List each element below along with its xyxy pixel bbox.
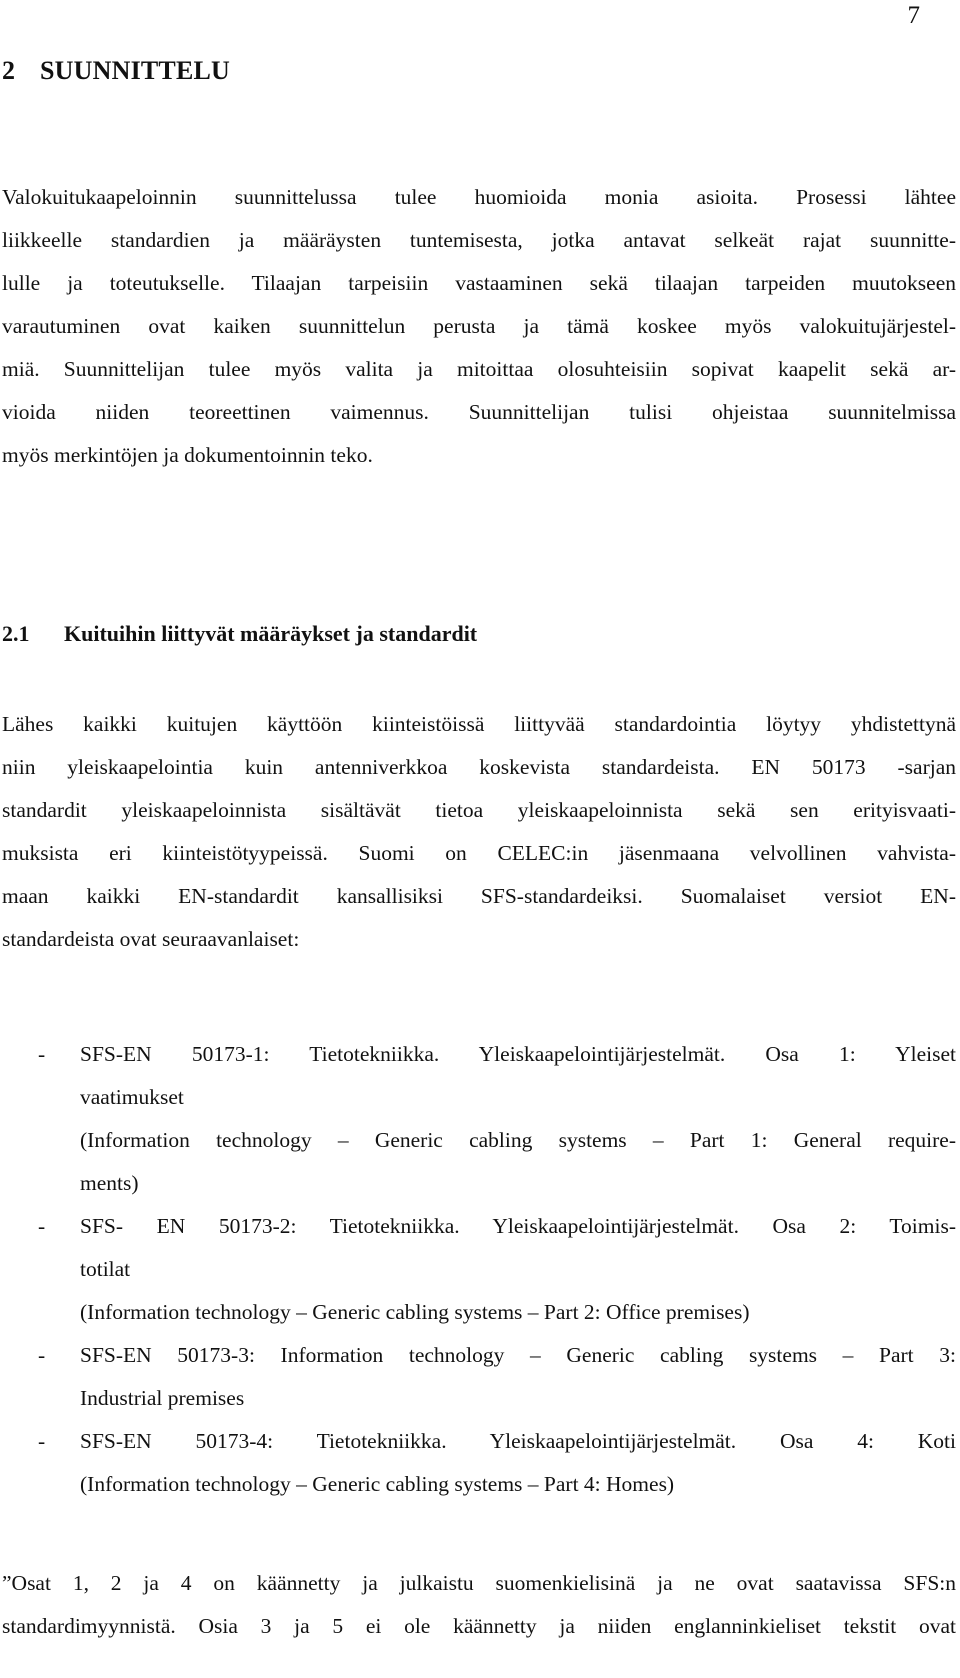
list-item-line: (Information technology – Generic cablin… [80, 1472, 675, 1496]
section-title: Kuituihin liittyvät määräykset ja standa… [64, 621, 478, 646]
list-item-line: Industrial premises [80, 1386, 245, 1410]
page-number: 7 [907, 2, 921, 29]
section-heading: 2.1 Kuituihin liittyvät määräykset ja sta… [2, 621, 477, 647]
bullet-dash: - [38, 1214, 46, 1238]
bullet-dash: - [38, 1429, 46, 1453]
paragraph-line: niin yleiskaapelointia kuin antenniverkk… [2, 755, 956, 779]
list-item-line: (Information technology – Generic cablin… [80, 1128, 956, 1152]
paragraph-line: standardeista ovat seuraavanlaiset: [2, 927, 300, 951]
paragraph-line: liikkeelle standardien ja määräysten tun… [2, 228, 956, 252]
chapter-heading: 2 SUUNNITTELU [2, 56, 230, 86]
list-item-line: totilat [80, 1257, 131, 1281]
paragraph-line: varautuminen ovat kaiken suunnittelun pe… [2, 314, 956, 338]
paragraph-line: muksista eri kiinteistötyypeissä. Suomi … [2, 841, 956, 865]
paragraph-line: vioida niiden teoreettinen vaimennus. Su… [2, 400, 956, 424]
list-item-line: ments) [80, 1171, 139, 1195]
paragraph-line: standardimyynnistä. Osia 3 ja 5 ei ole k… [2, 1614, 956, 1638]
list-item-line: SFS-EN 50173-1: Tietotekniikka. Yleiskaa… [80, 1042, 956, 1066]
list-item-line: SFS-EN 50173-3: Information technology –… [80, 1343, 956, 1367]
chapter-number: 2 [2, 56, 16, 85]
bullet-dash: - [38, 1343, 46, 1367]
paragraph-line: lulle ja toteutukselle. Tilaajan tarpeis… [2, 271, 956, 295]
section-number: 2.1 [2, 621, 30, 646]
paragraph-line: Lähes kaikki kuitujen käyttöön kiinteist… [2, 712, 956, 736]
chapter-title: SUUNNITTELU [40, 56, 231, 85]
list-item-line: SFS- EN 50173-2: Tietotekniikka. Yleiska… [80, 1214, 956, 1238]
list-item-line: vaatimukset [80, 1085, 184, 1109]
paragraph-line: standardit yleiskaapeloinnista sisältävä… [2, 798, 956, 822]
paragraph-line: Valokuitukaapeloinnin suunnittelussa tul… [2, 185, 956, 209]
paragraph-line: ”Osat 1, 2 ja 4 on käännetty ja julkaist… [2, 1571, 956, 1595]
bullet-dash: - [38, 1042, 46, 1066]
paragraph-line: miä. Suunnittelijan tulee myös valita ja… [2, 357, 956, 381]
paragraph-line: maan kaikki EN-standardit kansallisiksi … [2, 884, 956, 908]
list-item-line: SFS-EN 50173-4: Tietotekniikka. Yleiskaa… [80, 1429, 956, 1453]
list-item-line: (Information technology – Generic cablin… [80, 1300, 750, 1324]
paragraph-line: myös merkintöjen ja dokumentoinnin teko. [2, 443, 373, 467]
